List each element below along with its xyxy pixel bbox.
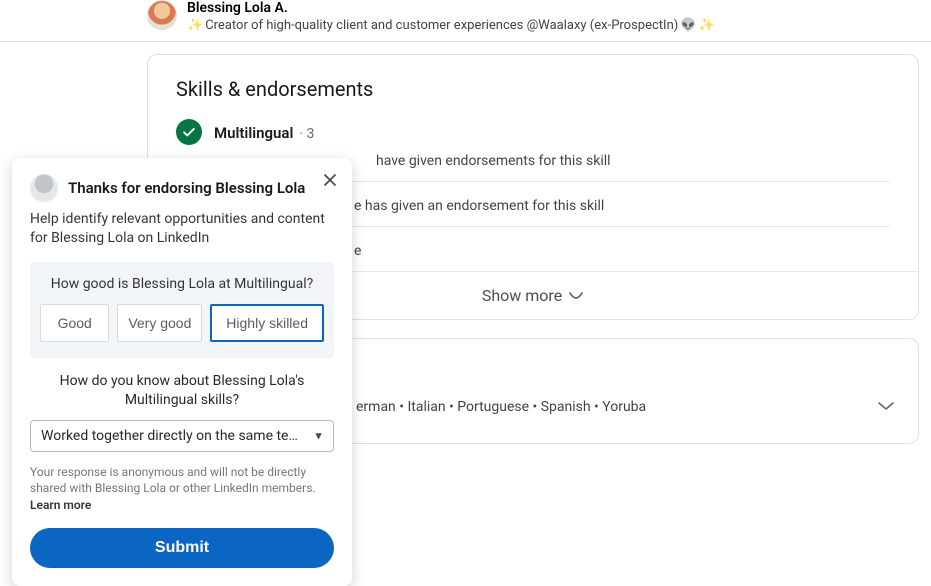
sparkle-icon: ✨ <box>698 18 714 33</box>
header-divider <box>0 41 931 42</box>
alien-icon: 👽 <box>680 18 696 33</box>
section-title-skills: Skills & endorsements <box>176 77 890 101</box>
learn-more-link[interactable]: Learn more <box>30 498 91 512</box>
avatar[interactable] <box>147 0 177 30</box>
rating-block: How good is Blessing Lola at Multilingua… <box>30 262 334 358</box>
modal-title: Thanks for endorsing Blessing Lola <box>68 179 305 197</box>
profile-header: Blessing Lola A. ✨ Creator of high-quali… <box>0 0 931 39</box>
chevron-down-icon[interactable] <box>876 397 896 416</box>
tagline-text: Creator of high-quality client and custo… <box>205 18 678 33</box>
rating-very-good-button[interactable]: Very good <box>117 304 202 342</box>
rating-good-button[interactable]: Good <box>40 304 109 342</box>
disclaimer-text: Your response is anonymous and will not … <box>30 464 334 514</box>
skill-title: Multilingual · 3 <box>214 123 314 142</box>
fragment-letter: e <box>354 243 361 259</box>
modal-header: Thanks for endorsing Blessing Lola <box>30 174 334 202</box>
modal-subtitle: Help identify relevant opportunities and… <box>30 210 334 248</box>
close-button[interactable] <box>320 170 340 190</box>
header-text: Blessing Lola A. ✨ Creator of high-quali… <box>187 0 715 33</box>
rating-highly-skilled-button[interactable]: Highly skilled <box>210 304 324 342</box>
relationship-question: How do you know about Blessing Lola's Mu… <box>30 372 334 410</box>
close-icon <box>323 173 337 187</box>
profile-tagline: ✨ Creator of high-quality client and cus… <box>187 18 715 33</box>
skill-row[interactable]: Multilingual · 3 <box>176 119 890 145</box>
endorsement-modal: Thanks for endorsing Blessing Lola Help … <box>12 158 352 586</box>
chevron-down-icon <box>568 286 584 305</box>
skill-name: Multilingual <box>214 124 293 142</box>
profile-name[interactable]: Blessing Lola A. <box>187 0 715 16</box>
submit-button[interactable]: Submit <box>30 528 334 568</box>
avatar-placeholder-icon <box>30 174 58 202</box>
rating-question: How good is Blessing Lola at Multilingua… <box>40 276 324 292</box>
sparkle-icon: ✨ <box>187 18 203 33</box>
relationship-select-wrap: Worked together directly on the same tea… <box>30 420 334 452</box>
fragment-letter: e <box>354 198 361 214</box>
skill-count: · 3 <box>299 126 314 142</box>
show-more-label: Show more <box>482 286 562 305</box>
rating-options: Good Very good Highly skilled <box>40 304 324 342</box>
endorsed-check-icon <box>176 119 202 145</box>
relationship-select[interactable]: Worked together directly on the same tea… <box>30 420 334 452</box>
